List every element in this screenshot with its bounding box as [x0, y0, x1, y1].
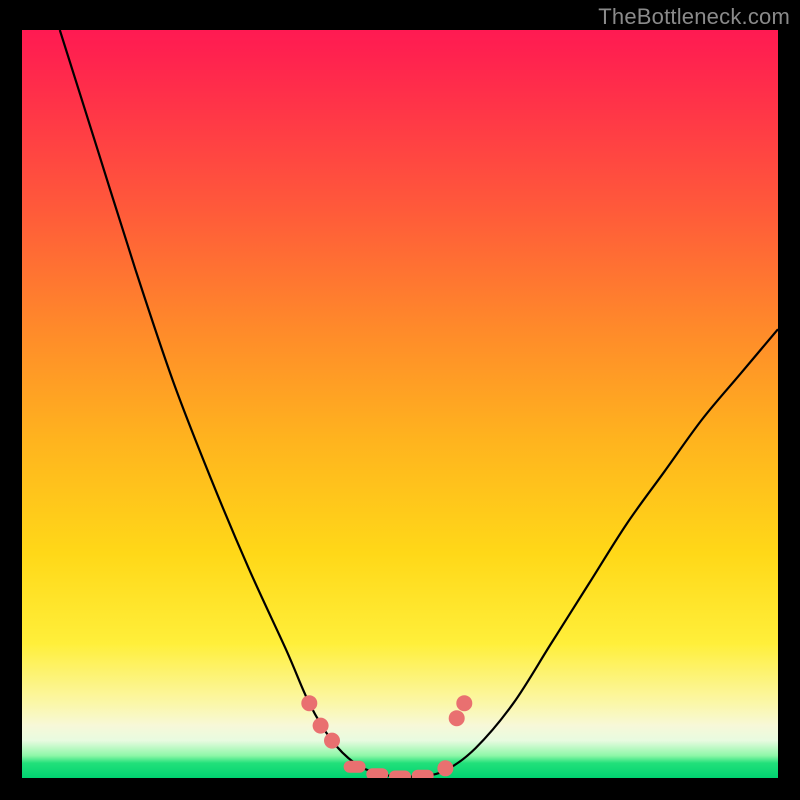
- plot-area: [22, 30, 778, 778]
- curve-layer: [22, 30, 778, 778]
- curve-marker: [456, 695, 472, 711]
- curve-marker: [344, 761, 366, 773]
- chart-frame: TheBottleneck.com: [0, 0, 800, 800]
- watermark-text: TheBottleneck.com: [598, 4, 790, 30]
- curve-marker: [412, 770, 434, 778]
- curve-marker: [449, 710, 465, 726]
- curve-marker: [389, 771, 411, 779]
- curve-marker: [437, 760, 453, 776]
- bottleneck-curve: [60, 30, 778, 777]
- curve-marker: [313, 718, 329, 734]
- curve-markers: [301, 695, 472, 778]
- curve-marker: [366, 768, 388, 778]
- curve-marker: [324, 733, 340, 749]
- curve-marker: [301, 695, 317, 711]
